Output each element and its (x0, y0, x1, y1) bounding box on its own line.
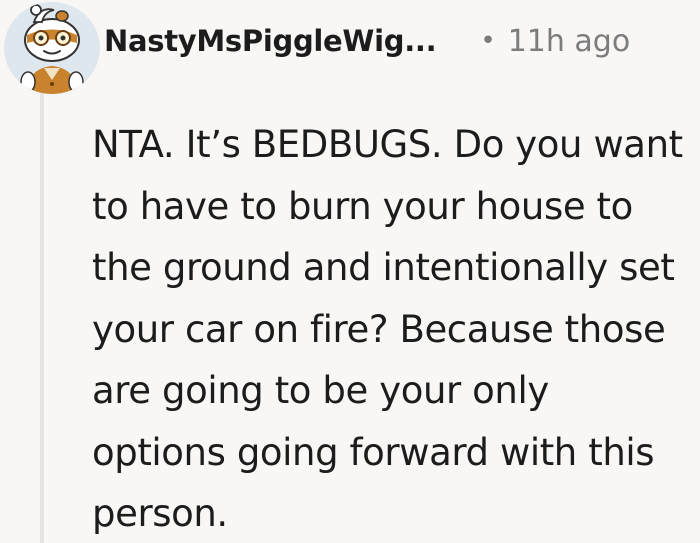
comment-card: NastyMsPiggleWig... • 11h ago NTA. It’s … (0, 0, 700, 543)
comment-timestamp[interactable]: 11h ago (508, 24, 631, 59)
comment-body: NTA. It’s BEDBUGS. Do you want to have t… (92, 123, 683, 535)
thread-line[interactable] (40, 92, 44, 543)
user-avatar[interactable] (4, 2, 100, 94)
username-link[interactable]: NastyMsPiggleWig... (104, 24, 437, 58)
comment-header: NastyMsPiggleWig... • 11h ago (104, 16, 630, 66)
snoo-avatar-icon (6, 2, 98, 94)
meta-separator: • (480, 26, 496, 56)
